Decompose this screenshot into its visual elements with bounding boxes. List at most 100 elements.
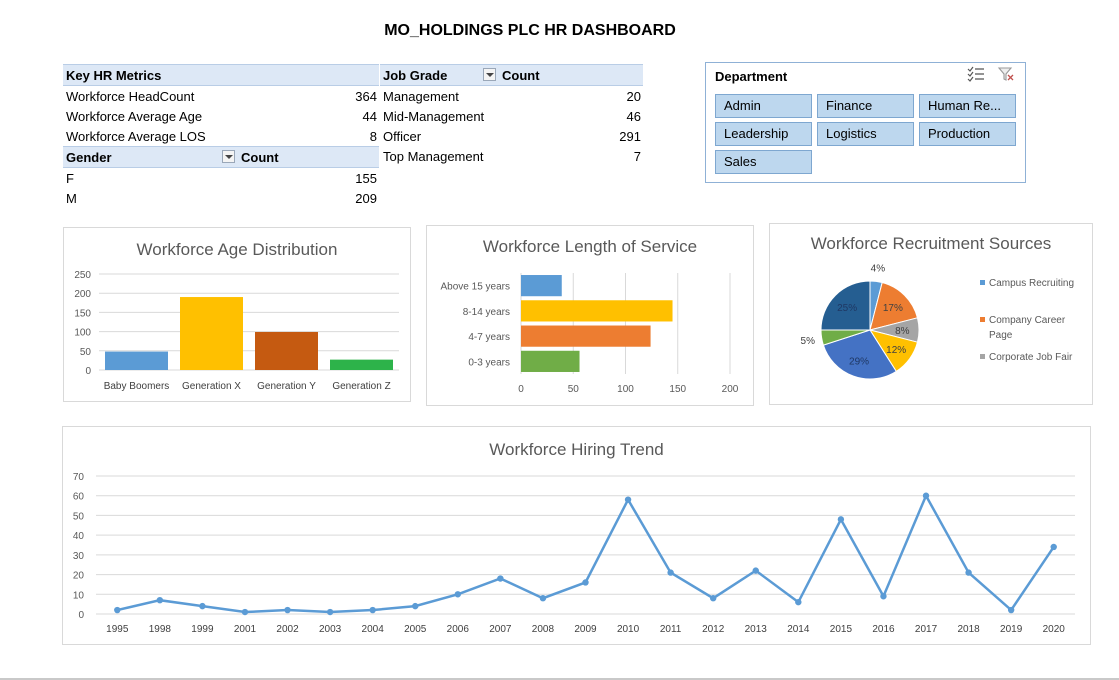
x-tick-label: 2016 (872, 624, 895, 635)
age-distribution-chart[interactable]: Workforce Age Distribution 0 50 100 150 200 2… (63, 227, 411, 402)
los-chart-plot: 0 50 100 150 200 Above 15 years 8-14 years 4-7 … (441, 273, 739, 395)
trend-chart-plot: 0 10 20 30 40 50 60 70 1995 1998 1999 2001 2002 2003 2… (73, 472, 1075, 635)
table-row[interactable]: Officer 291 (380, 126, 643, 146)
table-row[interactable]: F 155 (63, 168, 379, 189)
x-tick-label: 1999 (191, 624, 214, 635)
metric-label: Workforce HeadCount (66, 88, 195, 104)
pie-data-label: 4% (871, 263, 886, 274)
bar (521, 300, 673, 322)
job-grade-count-header: Count (499, 64, 643, 86)
x-tick-label: 2014 (787, 624, 810, 635)
x-tick-label: 2015 (830, 624, 853, 635)
data-point (369, 606, 376, 614)
job-grade-header-row: Job Grade Count (380, 64, 643, 86)
data-point (241, 608, 249, 616)
legend-swatch (980, 317, 985, 322)
slicer-button-production[interactable]: Production (919, 122, 1016, 146)
x-tick-label: 50 (568, 384, 580, 395)
slicer-button-leadership[interactable]: Leadership (715, 122, 812, 146)
table-row[interactable]: Top Management 7 (380, 146, 643, 166)
job-grade-label: Officer (383, 128, 422, 144)
gender-count-header: Count (238, 146, 379, 168)
x-tick-label: 2012 (702, 624, 725, 635)
gender-filter-dropdown-icon[interactable] (222, 149, 235, 163)
data-point (837, 516, 845, 523)
job-grade-pivot[interactable]: Job Grade Count Management 20 Mid-Manage… (380, 64, 643, 166)
data-point (412, 602, 419, 610)
slicer-button-logistics[interactable]: Logistics (817, 122, 914, 146)
age-chart-plot: 0 50 100 150 200 250 Baby Boomers Generation X G… (74, 270, 399, 392)
pie-data-label: 5% (801, 336, 816, 347)
x-tick-label: Generation X (182, 381, 241, 392)
slicer-button-admin[interactable]: Admin (715, 94, 812, 118)
data-point (880, 593, 887, 600)
legend-label: Corporate Job Fair (989, 352, 1073, 363)
y-tick-label: 100 (74, 328, 91, 339)
y-tick-label: 50 (73, 511, 85, 522)
x-tick-label: 2001 (234, 624, 257, 635)
table-row[interactable]: Workforce Average Age 44 (63, 106, 379, 126)
department-slicer[interactable]: Department Admin Finance Human Re... Lea… (705, 62, 1026, 183)
data-point (1007, 606, 1015, 614)
x-tick-label: 2002 (276, 624, 299, 635)
metric-value: 8 (369, 128, 377, 144)
table-row[interactable]: Workforce Average LOS 8 (63, 126, 379, 147)
slicer-button-human-resources[interactable]: Human Re... (919, 94, 1016, 118)
metric-value: 364 (355, 88, 377, 104)
slicer-header: Department (715, 69, 788, 84)
x-tick-label: 2010 (617, 624, 640, 635)
pie-data-label: 29% (849, 356, 869, 367)
y-tick-label: 60 (73, 492, 85, 503)
job-grade-header: Job Grade (383, 67, 448, 83)
y-tick-label: 20 (73, 571, 85, 582)
x-tick-label: 2007 (489, 624, 512, 635)
y-tick-label: 30 (73, 551, 85, 562)
job-grade-value: 20 (626, 88, 641, 104)
recruitment-sources-chart[interactable]: Workforce Recruitment Sources 4% 17% 8% 12%… (769, 223, 1093, 405)
legend-swatch (980, 280, 985, 285)
bar (255, 331, 318, 370)
length-of-service-chart[interactable]: Workforce Length of Service 0 50 100 150 200… (426, 225, 754, 406)
data-point (1050, 543, 1057, 551)
y-tick-label: 200 (74, 289, 91, 300)
slicer-icons (959, 66, 1015, 87)
gender-value: 209 (355, 190, 377, 206)
table-row[interactable]: M 209 (63, 188, 379, 208)
x-tick-label: 150 (669, 384, 686, 395)
data-point (199, 602, 206, 610)
x-tick-label: 2013 (745, 624, 768, 635)
gender-header-cell[interactable]: Gender (63, 146, 238, 168)
x-tick-label: 2006 (447, 624, 470, 635)
y-tick-label: 250 (74, 270, 91, 281)
legend-swatch (980, 354, 985, 359)
bar (521, 350, 580, 372)
hiring-trend-chart[interactable]: Workforce Hiring Trend 0 10 20 30 40 50 60 70 19… (62, 426, 1091, 645)
data-point (497, 575, 504, 582)
slicer-button-finance[interactable]: Finance (817, 94, 914, 118)
x-tick-label: Generation Z (332, 381, 390, 392)
bar (521, 325, 651, 347)
y-tick-label: 0 (78, 610, 84, 621)
job-grade-filter-dropdown-icon[interactable] (483, 67, 496, 81)
table-row[interactable]: Mid-Management 46 (380, 106, 643, 126)
job-grade-value: 7 (633, 148, 641, 164)
metric-label: Workforce Average LOS (66, 128, 206, 144)
data-point (624, 496, 632, 503)
x-tick-label: Baby Boomers (104, 381, 170, 392)
metric-value: 44 (362, 108, 377, 124)
pie-chart-plot: 4% 17% 8% 12% 29% 5% 25% Campus Recruiting Compa… (801, 263, 1074, 380)
data-point (795, 598, 802, 606)
gender-label: M (66, 190, 77, 206)
multi-select-icon[interactable] (967, 66, 985, 87)
x-tick-label: 0 (518, 384, 524, 395)
slicer-button-sales[interactable]: Sales (715, 150, 812, 174)
y-tick-label: 50 (80, 347, 92, 358)
key-metrics-pivot[interactable]: Key HR Metrics Workforce HeadCount 364 W… (63, 64, 379, 208)
clear-filter-icon[interactable] (997, 66, 1015, 87)
table-row[interactable]: Workforce HeadCount 364 (63, 86, 379, 107)
job-grade-header-cell[interactable]: Job Grade (380, 64, 499, 86)
legend-label: Company Career Page (989, 315, 1066, 341)
table-row[interactable]: Management 20 (380, 86, 643, 107)
job-grade-label: Management (383, 88, 459, 104)
legend-label: Campus Recruiting (989, 278, 1074, 289)
